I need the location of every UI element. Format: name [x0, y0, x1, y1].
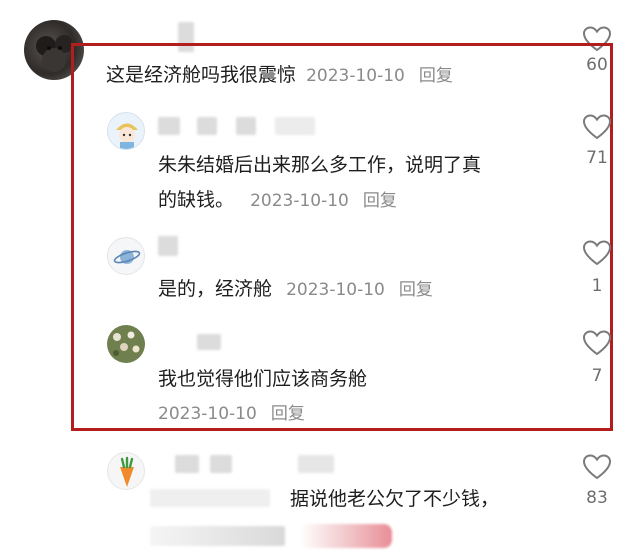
obscured-sticker-redacted — [300, 524, 392, 548]
username-redacted — [175, 455, 199, 473]
avatar-planet[interactable] — [107, 237, 145, 275]
comment-4-like-count: 7 — [591, 366, 603, 386]
comment-3-reply-button[interactable]: 回复 — [399, 280, 433, 300]
heart-outline-icon — [583, 240, 611, 266]
username-redacted — [210, 455, 232, 473]
comment-4-row-2: 2023-10-10 回复 — [158, 400, 305, 427]
comment-2-text-line-2: 的缺钱。 — [158, 189, 235, 211]
comment-4-date: 2023-10-10 — [158, 404, 257, 424]
comment-3-like-button[interactable]: 1 — [577, 240, 617, 296]
obscured-text-redacted — [150, 526, 285, 546]
comment-4-reply-button[interactable]: 回复 — [271, 404, 305, 424]
comment-2-date: 2023-10-10 — [250, 191, 349, 211]
username-redacted — [197, 334, 221, 350]
comment-5-text: 据说他老公欠了不少钱， — [290, 488, 500, 510]
comment-3-date: 2023-10-10 — [286, 280, 385, 300]
username-redacted — [275, 117, 315, 135]
comment-4-text: 我也觉得他们应该商务舱 — [158, 368, 368, 390]
heart-outline-icon — [583, 454, 611, 480]
comment-5-like-count: 83 — [586, 488, 608, 508]
avatar-flowers[interactable] — [107, 325, 145, 363]
comment-2-like-count: 71 — [586, 148, 608, 168]
username-redacted — [298, 455, 334, 473]
flowers-photo-icon — [113, 331, 140, 356]
heart-outline-icon — [583, 330, 611, 356]
comment-2-like-button[interactable]: 71 — [577, 114, 617, 168]
obscured-text-redacted — [150, 489, 270, 507]
comment-5-like-button[interactable]: 83 — [577, 454, 617, 508]
comment-2-text-line-1: 朱朱结婚后出来那么多工作，说明了真 — [158, 154, 482, 176]
username-redacted — [197, 117, 217, 135]
comment-3-text: 是的，经济舱 — [158, 278, 273, 300]
heart-outline-icon — [583, 114, 611, 140]
comment-2-row-2: 的缺钱。 2023-10-10 回复 — [158, 187, 397, 214]
username-redacted — [158, 117, 180, 135]
avatar-cartoon-girl[interactable] — [107, 112, 145, 150]
comment-3-row: 是的，经济舱 2023-10-10 回复 — [158, 276, 433, 303]
username-redacted — [236, 117, 256, 135]
avatar-carrot[interactable] — [107, 452, 145, 490]
carrot-icon — [120, 456, 134, 487]
comment-3-like-count: 1 — [591, 276, 603, 296]
comment-4-like-button[interactable]: 7 — [577, 330, 617, 386]
comment-2-reply-button[interactable]: 回复 — [363, 191, 397, 211]
username-redacted — [158, 236, 178, 256]
